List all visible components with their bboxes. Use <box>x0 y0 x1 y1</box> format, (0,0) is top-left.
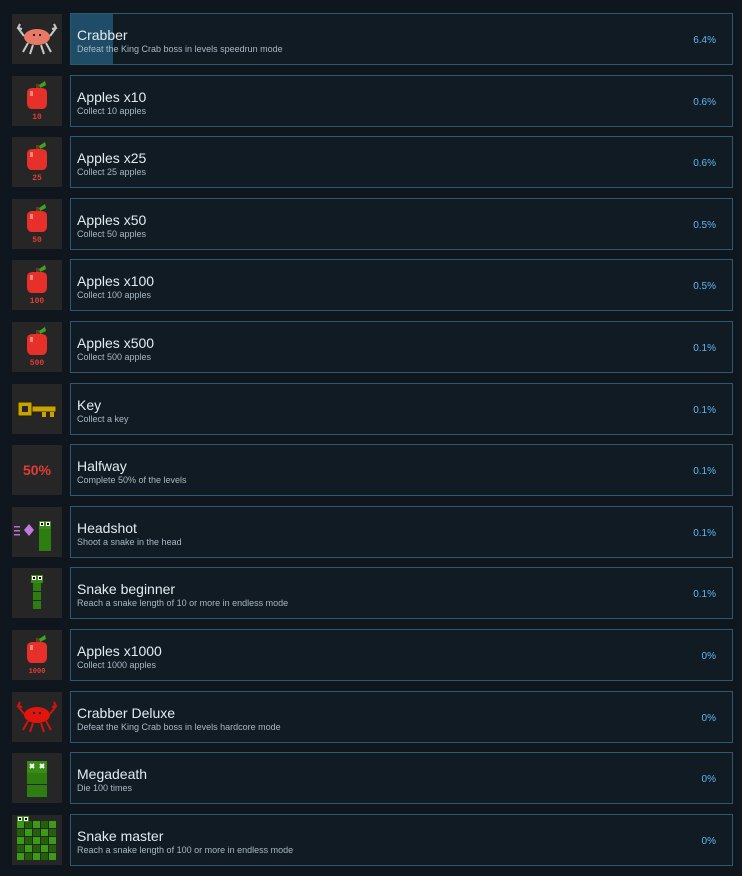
achievement-description: Collect 50 apples <box>77 228 147 239</box>
achievement-description: Collect a key <box>77 413 129 424</box>
achievement-title: Megadeath <box>77 766 148 783</box>
achievement-panel: Crabber Defeat the King Crab boss in leve… <box>70 13 733 65</box>
apple-10-icon: 10 <box>12 75 62 126</box>
achievement-row[interactable]: 50% Halfway Complete 50% of the levels 0.1% <box>0 444 742 497</box>
achievement-panel: Apples x500 Collect 500 apples 0.1% <box>70 321 733 373</box>
unlock-percent: 0.1% <box>693 343 716 354</box>
achievement-title: Apples x100 <box>77 273 155 290</box>
achievement-description: Reach a snake length of 100 or more in e… <box>77 844 294 855</box>
achievement-description: Collect 100 apples <box>77 290 152 301</box>
apple-1000-icon: 1000 <box>12 630 62 680</box>
achievement-panel: Apples x25 Collect 25 apples 0.6% <box>70 136 733 189</box>
svg-text:50%: 50% <box>23 462 52 478</box>
unlock-percent: 0.5% <box>693 219 716 231</box>
headshot-snake-icon <box>12 506 62 557</box>
achievement-panel: Apples x50 Collect 50 apples 0.5% <box>70 197 733 250</box>
achievement-row[interactable]: Megadeath Die 100 times 0% <box>0 752 742 805</box>
achievement-panel: Snake master Reach a snake length of 100 … <box>70 813 733 866</box>
achievement-description: Complete 50% of the levels <box>77 475 187 486</box>
achievement-row[interactable]: 100 Apples x100 Collect 100 apples 0.5% <box>0 259 742 312</box>
achievement-description: Die 100 times <box>77 783 133 794</box>
achievement-description: Collect 1000 apples <box>77 660 157 670</box>
achievement-title: Snake beginner <box>77 581 176 598</box>
apple-50-icon: 50 <box>12 198 62 249</box>
unlock-percent: 0.1% <box>693 466 716 478</box>
dead-snake-icon <box>12 753 62 804</box>
achievement-title: Snake master <box>77 827 164 844</box>
achievement-row[interactable]: Snake beginner Reach a snake length of 10… <box>0 567 742 620</box>
apple-100-icon: 100 <box>12 260 62 311</box>
unlock-percent: 0.6% <box>693 158 716 170</box>
achievement-panel: Apples x10 Collect 10 apples 0.6% <box>70 74 733 127</box>
crab-red-icon <box>12 691 62 742</box>
unlock-percent: 0% <box>701 835 716 847</box>
achievement-description: Reach a snake length of 10 or more in en… <box>77 598 289 609</box>
achievement-title: Crabber <box>77 27 128 43</box>
achievement-title: Crabber Deluxe <box>77 704 176 721</box>
achievement-title: Apples x10 <box>77 88 147 105</box>
apple-500-icon: 500 <box>12 322 62 372</box>
unlock-percent: 0% <box>701 712 716 724</box>
apple-25-icon: 25 <box>12 137 62 188</box>
unlock-percent: 0.6% <box>693 96 716 108</box>
achievement-panel: Apples x100 Collect 100 apples 0.5% <box>70 259 733 312</box>
achievement-description: Collect 500 apples <box>77 352 152 362</box>
svg-text:25: 25 <box>32 174 42 183</box>
snake-small-icon <box>12 568 62 619</box>
achievement-title: Apples x50 <box>77 211 147 228</box>
snake-checker-icon <box>12 814 62 865</box>
halfway-50-icon: 50% <box>12 445 62 496</box>
achievement-title: Apples x25 <box>77 150 147 167</box>
achievement-panel: Key Collect a key 0.1% <box>70 382 733 435</box>
achievement-description: Collect 10 apples <box>77 105 147 116</box>
unlock-percent: 6.4% <box>693 35 716 46</box>
achievement-row[interactable]: 25 Apples x25 Collect 25 apples 0.6% <box>0 136 742 189</box>
achievement-row[interactable]: 50 Apples x50 Collect 50 apples 0.5% <box>0 197 742 250</box>
unlock-percent: 0% <box>701 651 716 662</box>
svg-text:100: 100 <box>30 297 45 306</box>
achievement-row[interactable]: Snake master Reach a snake length of 100 … <box>0 813 742 866</box>
achievement-description: Defeat the King Crab boss in levels spee… <box>77 44 283 54</box>
unlock-percent: 0.1% <box>693 527 716 539</box>
svg-text:50: 50 <box>32 236 42 245</box>
achievement-description: Collect 25 apples <box>77 167 147 178</box>
crab-pink-icon <box>12 14 62 64</box>
achievement-panel: Snake beginner Reach a snake length of 10… <box>70 567 733 620</box>
key-icon <box>12 383 62 434</box>
svg-text:1000: 1000 <box>29 668 46 676</box>
achievement-title: Apples x1000 <box>77 643 162 659</box>
achievement-row[interactable]: 10 Apples x10 Collect 10 apples 0.6% <box>0 74 742 127</box>
achievement-title: Headshot <box>77 519 137 536</box>
achievement-title: Key <box>77 396 102 413</box>
achievement-row[interactable]: Key Collect a key 0.1% <box>0 382 742 435</box>
achievement-row[interactable]: Crabber Defeat the King Crab boss in leve… <box>0 13 742 65</box>
achievement-panel: Crabber Deluxe Defeat the King Crab boss … <box>70 690 733 743</box>
achievement-row[interactable]: Headshot Shoot a snake in the head 0.1% <box>0 505 742 558</box>
achievement-row[interactable]: 500 Apples x500 Collect 500 apples 0.1% <box>0 321 742 373</box>
achievement-panel: Apples x1000 Collect 1000 apples 0% <box>70 629 733 681</box>
achievement-panel: Megadeath Die 100 times 0% <box>70 752 733 805</box>
achievement-title: Halfway <box>77 458 127 475</box>
achievement-description: Defeat the King Crab boss in levels hard… <box>77 721 281 732</box>
achievement-panel: Halfway Complete 50% of the levels 0.1% <box>70 444 733 497</box>
achievement-row[interactable]: 1000 Apples x1000 Collect 1000 apples 0% <box>0 629 742 681</box>
unlock-percent: 0% <box>701 774 716 786</box>
achievement-panel: Headshot Shoot a snake in the head 0.1% <box>70 505 733 558</box>
achievement-description: Shoot a snake in the head <box>77 536 182 547</box>
unlock-percent: 0.1% <box>693 404 716 416</box>
unlock-percent: 0.5% <box>693 281 716 293</box>
svg-text:10: 10 <box>32 113 42 122</box>
achievement-row[interactable]: Crabber Deluxe Defeat the King Crab boss … <box>0 690 742 743</box>
achievement-title: Apples x500 <box>77 335 155 351</box>
svg-text:500: 500 <box>30 359 45 368</box>
unlock-percent: 0.1% <box>693 589 716 601</box>
